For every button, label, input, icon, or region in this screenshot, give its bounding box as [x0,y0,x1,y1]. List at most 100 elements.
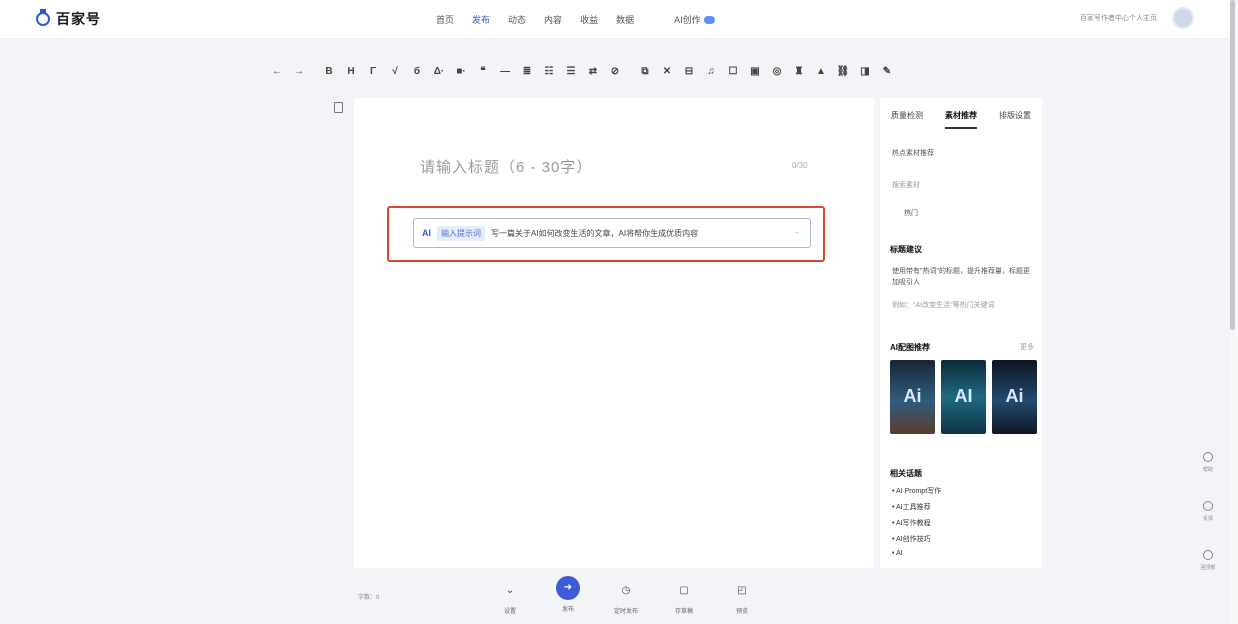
preview-icon: ◰ [737,585,747,596]
avatar[interactable] [1172,7,1194,29]
topic-text: AI [896,550,903,557]
logo[interactable]: 百家号 [36,9,101,29]
clock-icon: ◷ [621,585,631,596]
save-draft-button[interactable]: ▢ 存草稿 [664,582,704,615]
nav-home[interactable]: 首页 [436,13,454,26]
topic-text: AI Prompt写作 [896,488,942,495]
tab-layout[interactable]: 排版设置 [999,110,1031,129]
save-draft-label: 存草稿 [674,609,693,615]
vote-button[interactable]: ◎ [766,66,788,77]
images-more-link[interactable]: 更多 [1020,342,1034,352]
format-button[interactable]: Γ [362,66,384,77]
feedback-button[interactable]: 反馈 [1196,501,1220,522]
image-thumb[interactable]: AI [941,360,986,434]
nav-ai-label: AI创作 [674,15,701,25]
feedback-label: 反馈 [1202,516,1213,522]
draft-icon: ▢ [679,585,689,596]
topic-text: AI工具推荐 [896,504,931,511]
user-tag[interactable]: 百家号作者中心个人主页 [1080,13,1157,23]
background-color-button[interactable]: ■· [450,66,472,77]
schedule-button[interactable]: ◷ 定时发布 [606,582,646,615]
settings-label: 设置 [503,609,516,615]
remove-button[interactable]: ✕ [656,66,678,77]
top-bar: 百家号 首页 发布 动态 内容 收益 数据 AI创作 百家号作者中心个人主页 [0,0,1230,39]
redo-button[interactable]: → [288,66,310,77]
nav-content[interactable]: 内容 [544,13,562,26]
link-button[interactable]: ⇄ [582,66,604,77]
hot-item[interactable]: 热门 [904,208,918,218]
nav-data[interactable]: 数据 [616,13,634,26]
nav-dynamic[interactable]: 动态 [508,13,526,26]
settings-icon: ⌄ [505,585,515,596]
tab-materials[interactable]: 素材推荐 [945,110,977,129]
edit-button[interactable]: ✎ [876,66,898,77]
nav-ai-create[interactable]: AI创作 [674,13,715,26]
audio-button[interactable]: ♫ [700,66,722,77]
align-button[interactable]: ≣ [516,66,538,77]
title-input[interactable]: 请输入标题（6 - 30字） [420,156,592,177]
ordered-list-button[interactable]: ☷ [538,66,560,77]
editor-toolbar: ← → B H Γ √ б Δ· ■· ❝ — ≣ ☷ ☰ ⇄ ⊘ ⧉ ✕ ⊟ … [266,66,898,77]
topic-text: AI写作教程 [896,520,931,527]
bottom-action-bar: 字数：0 ⌄ 设置 ➜ 发布 ◷ 定时发布 ▢ 存草稿 ◰ 预览 [0,572,1230,624]
embed-link-button[interactable]: ⛓ [832,66,854,77]
card-button[interactable]: ☐ [722,66,744,77]
unordered-list-button[interactable]: ☰ [560,66,582,77]
video-button[interactable]: ▣ [744,66,766,77]
main-nav: 首页 发布 动态 内容 收益 数据 AI创作 [436,13,715,26]
ai-badge-icon [703,15,715,24]
product-button[interactable]: ♜ [788,66,810,77]
quote-button[interactable]: ❝ [472,66,494,77]
preview-button[interactable]: ◰ 预览 [722,582,762,615]
material-search-label[interactable]: 热点素材推荐 [892,148,934,158]
template-button[interactable]: ◨ [854,66,876,77]
ai-label: AI [422,228,431,238]
topic-item[interactable]: • AI创作技巧 [892,534,931,544]
publish-icon: ➜ [556,576,580,600]
settings-button[interactable]: ⌄ 设置 [490,582,530,615]
ai-prompt-text: 写一篇关于AI如何改变生活的文章，AI将帮你生成优质内容 [491,228,699,238]
table-button[interactable]: ⊟ [678,66,700,77]
ai-prompt-highlight: AI 输入提示词 写一篇关于AI如何改变生活的文章，AI将帮你生成优质内容 → [387,206,825,262]
image-thumb[interactable]: Ai [992,360,1037,434]
clear-format-button[interactable]: ⊘ [604,66,626,77]
formula-button[interactable]: √ [384,66,406,77]
ai-submit-icon[interactable]: → [793,229,800,236]
nav-income[interactable]: 收益 [580,13,598,26]
schedule-label: 定时发布 [613,609,638,615]
topic-item[interactable]: • AI Prompt写作 [892,486,941,496]
thumb-caption: Ai [1005,386,1024,406]
topic-text: AI创作技巧 [896,536,931,543]
material-search-input[interactable]: 搜索素材 [892,180,920,190]
image-button[interactable]: ⧉ [634,66,656,77]
floating-helpers: 帮助 反馈 回顶部 [1196,452,1220,571]
preview-label: 预览 [735,609,748,615]
ai-prompt-chip[interactable]: 输入提示词 [437,225,485,241]
heading-button[interactable]: H [340,66,362,77]
ai-prompt-input[interactable]: AI 输入提示词 写一篇关于AI如何改变生活的文章，AI将帮你生成优质内容 → [413,218,811,248]
back-to-top-button[interactable]: 回顶部 [1196,550,1220,571]
undo-button[interactable]: ← [266,66,288,77]
topic-item[interactable]: • AI工具推荐 [892,502,931,512]
tips-title: 标题建议 [890,245,922,254]
publish-button[interactable]: ➜ 发布 [548,576,588,613]
editor-canvas[interactable]: 请输入标题（6 - 30字） 0/30 AI 输入提示词 写一篇关于AI如何改变… [354,98,874,568]
image-thumb[interactable]: Ai [890,360,935,434]
back-to-top-icon [1203,550,1213,560]
font-color-button[interactable]: Δ· [428,66,450,77]
poi-button[interactable]: ▲ [810,66,832,77]
outline-icon[interactable] [334,102,343,113]
thumb-caption: AI [954,386,973,406]
divider-button[interactable]: — [494,66,516,77]
font-button[interactable]: б [406,66,428,77]
help-icon [1203,452,1213,462]
topic-item[interactable]: • AI写作教程 [892,518,931,528]
help-button[interactable]: 帮助 [1196,452,1220,473]
bold-button[interactable]: B [318,66,340,77]
topics-title: 相关话题 [890,469,922,478]
tab-quality[interactable]: 质量检测 [891,110,923,129]
scrollbar-thumb[interactable] [1230,0,1235,330]
nav-publish[interactable]: 发布 [472,13,490,26]
topic-item[interactable]: • AI [892,550,903,557]
logo-text: 百家号 [56,11,101,27]
